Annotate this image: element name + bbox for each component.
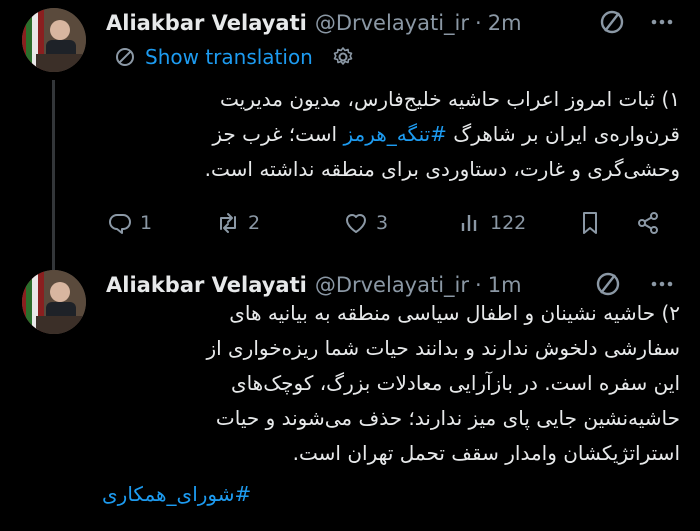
tweet-text-line: این سفره است. در بازآرایی معادلات بزرگ، … <box>230 371 680 395</box>
user-handle[interactable]: @Drvelayati_ir <box>315 11 469 35</box>
timestamp[interactable]: 2m <box>488 11 522 35</box>
repost-button[interactable]: 2 <box>214 209 260 237</box>
gear-icon[interactable] <box>331 45 355 69</box>
tweet-text: ۲) حاشیه نشینان و اطفال سیاسی منطقه به ب… <box>110 296 680 471</box>
views-count: 122 <box>490 212 527 234</box>
tweet-text-line-with-hashtag: قرن‌واره‌ی ایران بر شاهرگ #تنگه_هرمز است… <box>120 117 680 152</box>
views-icon <box>461 215 477 231</box>
translate-icon <box>116 48 134 66</box>
tweet-text-line: حاشیه‌نشین جایی پای میز ندارند؛ حذف می‌ش… <box>215 406 680 430</box>
hashtag-link[interactable]: #تنگه_هرمز <box>343 122 446 146</box>
share-icon <box>638 212 658 234</box>
timestamp[interactable]: 1m <box>488 273 522 297</box>
views-button[interactable]: 122 <box>456 209 526 237</box>
tweet-text-line: ۲) حاشیه نشینان و اطفال سیاسی منطقه به ب… <box>229 301 680 325</box>
tweet-text-line: سفارشی دلخوش ندارند و بدانند حیات شما ری… <box>206 336 680 360</box>
bookmark-button[interactable] <box>576 209 604 237</box>
avatar-photo <box>22 270 86 334</box>
like-button[interactable]: 3 <box>342 209 388 237</box>
share-button[interactable] <box>634 209 662 237</box>
separator: · <box>475 273 482 297</box>
avatar[interactable] <box>22 8 86 72</box>
tweet-text-line: ۱) ثبات امروز اعراب حاشیه خلیج‌فارس، مدی… <box>219 87 680 111</box>
hashtag-link[interactable]: #شورای_همکاری <box>102 482 251 506</box>
tweet-text-line: وحشی‌گری و غارت، دستاوردی برای منطقه ندا… <box>204 157 680 181</box>
tweet[interactable]: Aliakbar Velayati @Drvelayati_ir · 1m ۲)… <box>0 262 700 531</box>
thread-line <box>52 80 55 270</box>
tweet[interactable]: Aliakbar Velayati @Drvelayati_ir · 2m Sh… <box>0 0 700 270</box>
tweet-text-line: استراتژیکشان وامدار سقف تحمل تهران است. <box>292 441 680 465</box>
grok-icon[interactable] <box>596 6 628 38</box>
like-count: 3 <box>376 212 389 234</box>
like-icon <box>346 214 366 233</box>
reply-count: 1 <box>140 212 153 234</box>
repost-icon <box>220 213 236 233</box>
reply-icon <box>109 214 131 234</box>
avatar[interactable] <box>22 270 86 334</box>
tweet-text: ۱) ثبات امروز اعراب حاشیه خلیج‌فارس، مدی… <box>120 82 680 187</box>
tweet-actions: 1 2 3 122 <box>106 206 666 240</box>
display-name[interactable]: Aliakbar Velayati <box>106 273 307 297</box>
bookmark-icon <box>583 212 597 234</box>
more-icon[interactable] <box>646 6 678 38</box>
display-name[interactable]: Aliakbar Velayati <box>106 11 307 35</box>
tweet-text-fragment: قرن‌واره‌ی ایران بر شاهرگ <box>446 122 680 146</box>
avatar-photo <box>22 8 86 72</box>
tweet-header: Aliakbar Velayati @Drvelayati_ir · 2m <box>106 8 522 38</box>
separator: · <box>475 11 482 35</box>
user-handle[interactable]: @Drvelayati_ir <box>315 273 469 297</box>
show-translation-link[interactable]: Show translation <box>145 45 313 69</box>
reply-button[interactable]: 1 <box>106 209 152 237</box>
tweet-text-fragment: است؛ غرب جز <box>212 122 344 146</box>
repost-count: 2 <box>248 212 261 234</box>
show-translation-row[interactable]: Show translation <box>113 45 355 69</box>
